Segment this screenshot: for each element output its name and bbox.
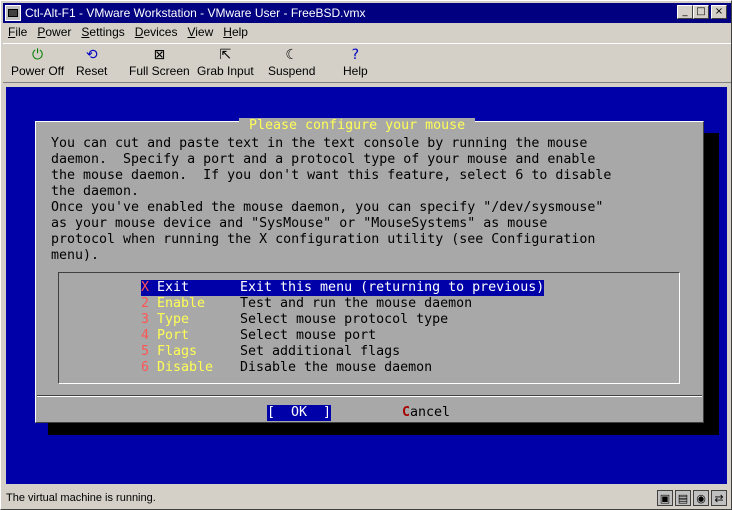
help-icon: ?	[351, 47, 360, 63]
menu-label-rest: elp	[231, 25, 248, 39]
ok-button[interactable]: [ OK ]	[267, 405, 332, 421]
toolbar-label: Power Off	[11, 64, 65, 78]
status-bar: The virtual machine is running. ▣ ▤ ◉ ⇄	[3, 487, 731, 509]
description-line: menu).	[51, 248, 100, 263]
description-line: daemon. Specify a port and a protocol ty…	[51, 152, 596, 167]
menu-hotkey: H	[223, 25, 232, 39]
cancel-button[interactable]: Cancel	[402, 405, 450, 421]
mouse-config-dialog: Please configure your mouse You can cut …	[35, 118, 704, 423]
menu-item-enable[interactable]: 2 Enable Test and run the mouse daemon	[141, 296, 472, 312]
window-title: Ctl-Alt-F1 - VMware Workstation - VMware…	[25, 6, 366, 20]
description-line: You can cut and paste text in the text c…	[51, 136, 588, 151]
toolbar-label: Help	[343, 64, 368, 78]
cdrom-icon[interactable]: ◉	[693, 490, 709, 506]
description-line: Once you've enabled the mouse daemon, yo…	[51, 200, 604, 215]
maximize-button[interactable]: □	[693, 5, 709, 19]
floppy-icon[interactable]: ▣	[657, 490, 673, 506]
menu-item-description: Test and run the mouse daemon	[240, 296, 473, 311]
menu-item-number: 3	[141, 312, 150, 327]
description-line: as your mouse device and "SysMouse" or "…	[51, 216, 548, 231]
network-icon[interactable]: ⇄	[711, 490, 727, 506]
vmware-app-icon[interactable]	[5, 5, 21, 21]
power-icon: ⏻	[32, 47, 44, 63]
menu-item-description: Disable the mouse daemon	[240, 360, 433, 375]
menu-item-description: Exit this menu (returning to previous)	[240, 280, 545, 296]
toolbar-label: Reset	[76, 64, 108, 78]
menu-bar: File Power Settings Devices View Help	[3, 23, 731, 41]
menu-item-description: Select mouse port	[240, 328, 377, 343]
menu-help[interactable]: Help	[218, 25, 253, 39]
vm-console[interactable]: Please configure your mouse You can cut …	[6, 87, 727, 484]
reset-button[interactable]: ⟲ Reset	[76, 46, 107, 78]
dialog-title: Please configure your mouse	[239, 118, 476, 134]
suspend-button[interactable]: ☾ Suspend	[268, 46, 315, 78]
harddisk-icon[interactable]: ▤	[675, 490, 691, 506]
toolbar: ⏻ Power Off ⟲ Reset ⊠ Full Screen ⇱ Grab Input ☾…	[3, 43, 731, 83]
menu-item-name: Enable	[157, 296, 206, 311]
dialog-separator-highlight	[37, 396, 702, 397]
menu-label-rest: iew	[195, 25, 214, 39]
description-line: the mouse daemon. If you don't want this…	[51, 168, 612, 183]
cancel-hotkey: C	[402, 405, 411, 420]
menu-view[interactable]: View	[182, 25, 218, 39]
menu-label-rest: ettings	[89, 25, 125, 39]
menu-item-number: 6	[141, 360, 150, 375]
toolbar-label: Grab Input	[197, 64, 254, 78]
title-bar[interactable]: Ctl-Alt-F1 - VMware Workstation - VMware…	[3, 3, 731, 23]
menu-item-number: 5	[141, 344, 150, 359]
menu-item-flags[interactable]: 5 Flags Set additional flags	[141, 344, 400, 360]
menu-item-exit[interactable]: X Exit Exit this menu (returning to previo…	[141, 280, 545, 296]
menu-file[interactable]: File	[3, 25, 32, 39]
menu-item-disable[interactable]: 6 Disable Disable the mouse daemon	[141, 360, 432, 376]
menu-settings[interactable]: Settings	[76, 25, 129, 39]
menu-item-number: 4	[141, 328, 150, 343]
close-button[interactable]: ×	[711, 5, 727, 19]
menu-item-name: Type	[157, 312, 190, 327]
menu-item-name: Port	[157, 328, 190, 343]
vmware-window: Ctl-Alt-F1 - VMware Workstation - VMware…	[0, 0, 732, 510]
menu-list-box: X Exit Exit this menu (returning to previo…	[58, 272, 680, 384]
menu-power[interactable]: Power	[32, 25, 76, 39]
menu-item-port[interactable]: 4 Port Select mouse port	[141, 328, 376, 344]
menu-item-name: Exit	[157, 280, 240, 296]
menu-item-name: Flags	[157, 344, 198, 359]
menu-item-description: Select mouse protocol type	[240, 312, 449, 327]
cursor-icon: ⇱	[219, 47, 232, 63]
status-message: The virtual machine is running.	[6, 492, 156, 504]
fullscreen-icon: ⊠	[153, 47, 166, 63]
menu-item-number: 2	[141, 296, 150, 311]
cancel-label-rest: ancel	[410, 405, 451, 420]
toolbar-label: Suspend	[268, 64, 316, 78]
minimize-button[interactable]: _	[677, 5, 693, 19]
toolbar-label: Full Screen	[129, 64, 190, 78]
menu-item-name: Disable	[157, 360, 214, 375]
reset-icon: ⟲	[85, 47, 98, 63]
power-off-button[interactable]: ⏻ Power Off	[11, 46, 64, 78]
menu-label-rest: ower	[45, 25, 72, 39]
moon-icon: ☾	[285, 47, 298, 63]
menu-item-type[interactable]: 3 Type Select mouse protocol type	[141, 312, 448, 328]
description-line: protocol when running the X configuratio…	[51, 232, 596, 247]
menu-label-rest: evices	[143, 25, 178, 39]
menu-item-number: X	[141, 280, 157, 296]
full-screen-button[interactable]: ⊠ Full Screen	[129, 46, 190, 78]
menu-label-rest: ile	[15, 25, 28, 39]
grab-input-button[interactable]: ⇱ Grab Input	[197, 46, 254, 78]
menu-devices[interactable]: Devices	[130, 25, 183, 39]
description-line: the daemon.	[51, 184, 140, 199]
menu-item-description: Set additional flags	[240, 344, 401, 359]
help-button[interactable]: ? Help	[343, 46, 368, 78]
dialog-description: You can cut and paste text in the text c…	[51, 136, 611, 264]
